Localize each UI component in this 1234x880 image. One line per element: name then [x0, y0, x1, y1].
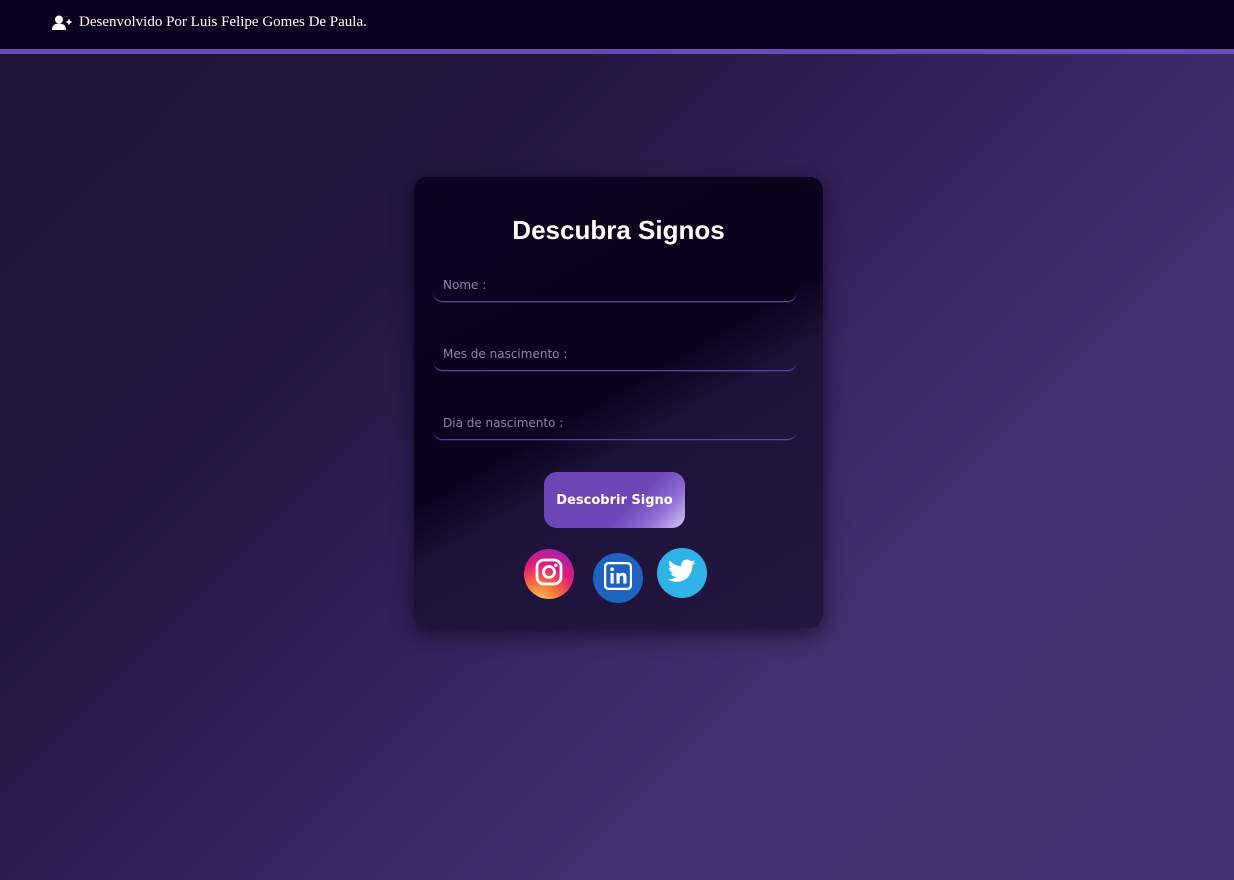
name-field-wrapper	[433, 266, 797, 302]
month-field[interactable]	[433, 335, 797, 370]
instagram-icon	[534, 557, 564, 592]
day-field-wrapper	[433, 404, 797, 440]
developer-credit: Desenvolvido Por Luis Felipe Gomes De Pa…	[52, 14, 367, 31]
card-title: Descubra Signos	[512, 215, 725, 245]
sign-finder-card: Descubra Signos Descobrir Signo	[414, 177, 823, 628]
instagram-link[interactable]	[524, 549, 574, 599]
linkedin-link[interactable]	[593, 553, 643, 603]
user-plus-icon	[52, 15, 72, 31]
linkedin-icon	[603, 561, 633, 595]
top-bar: Desenvolvido Por Luis Felipe Gomes De Pa…	[0, 0, 1234, 54]
month-field-wrapper	[433, 335, 797, 371]
twitter-link[interactable]	[657, 548, 707, 598]
name-field[interactable]	[433, 266, 797, 301]
discover-sign-button[interactable]: Descobrir Signo	[544, 472, 685, 528]
credit-text: Desenvolvido Por Luis Felipe Gomes De Pa…	[79, 14, 367, 30]
twitter-icon	[667, 558, 696, 588]
day-field[interactable]	[433, 404, 797, 439]
